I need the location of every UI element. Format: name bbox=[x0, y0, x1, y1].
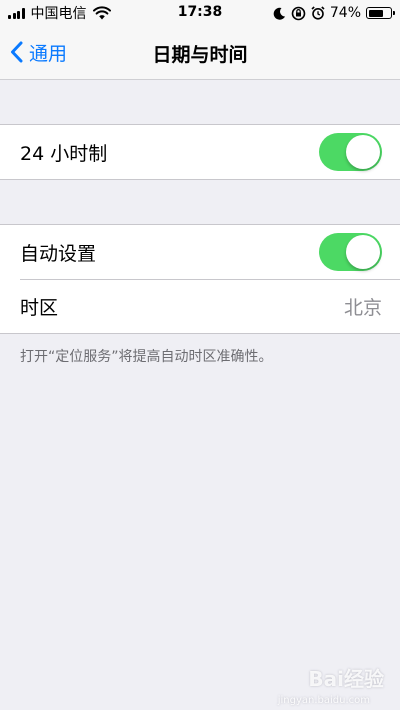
footer-note: 打开“定位服务”将提高自动时区准确性。 bbox=[20, 349, 273, 365]
status-bar: 中国电信 17:38 74% bbox=[0, 0, 400, 26]
alarm-icon bbox=[311, 6, 325, 20]
toggle-set-automatically[interactable] bbox=[319, 233, 382, 271]
watermark-logo: Bai经验 bbox=[308, 667, 384, 691]
status-right: 74% bbox=[273, 4, 395, 22]
battery-icon bbox=[366, 7, 395, 19]
format-group: 24 小时制 bbox=[0, 124, 400, 180]
auto-group: 自动设置 时区 北京 bbox=[0, 224, 400, 334]
battery-level-fill bbox=[368, 9, 384, 17]
cell-time-zone-label: 时区 bbox=[20, 296, 59, 319]
cell-time-zone[interactable]: 时区 北京 bbox=[0, 279, 400, 333]
cell-24-hour: 24 小时制 bbox=[0, 125, 400, 179]
battery-percent: 74% bbox=[329, 5, 361, 21]
rotation-lock-icon bbox=[291, 6, 306, 20]
toggle-24-hour[interactable] bbox=[319, 133, 382, 171]
toggle-knob bbox=[346, 235, 380, 269]
navigation-bar: 通用 日期与时间 bbox=[0, 26, 400, 80]
moon-icon bbox=[273, 7, 285, 20]
page-title: 日期与时间 bbox=[152, 44, 248, 66]
cell-set-automatically: 自动设置 bbox=[0, 225, 400, 279]
cell-set-automatically-label: 自动设置 bbox=[20, 242, 97, 265]
cell-24-hour-label: 24 小时制 bbox=[20, 142, 108, 165]
toggle-knob bbox=[346, 135, 380, 169]
cell-time-zone-value: 北京 bbox=[343, 296, 382, 319]
watermark-url: jingyan.baidu.com bbox=[277, 695, 370, 706]
